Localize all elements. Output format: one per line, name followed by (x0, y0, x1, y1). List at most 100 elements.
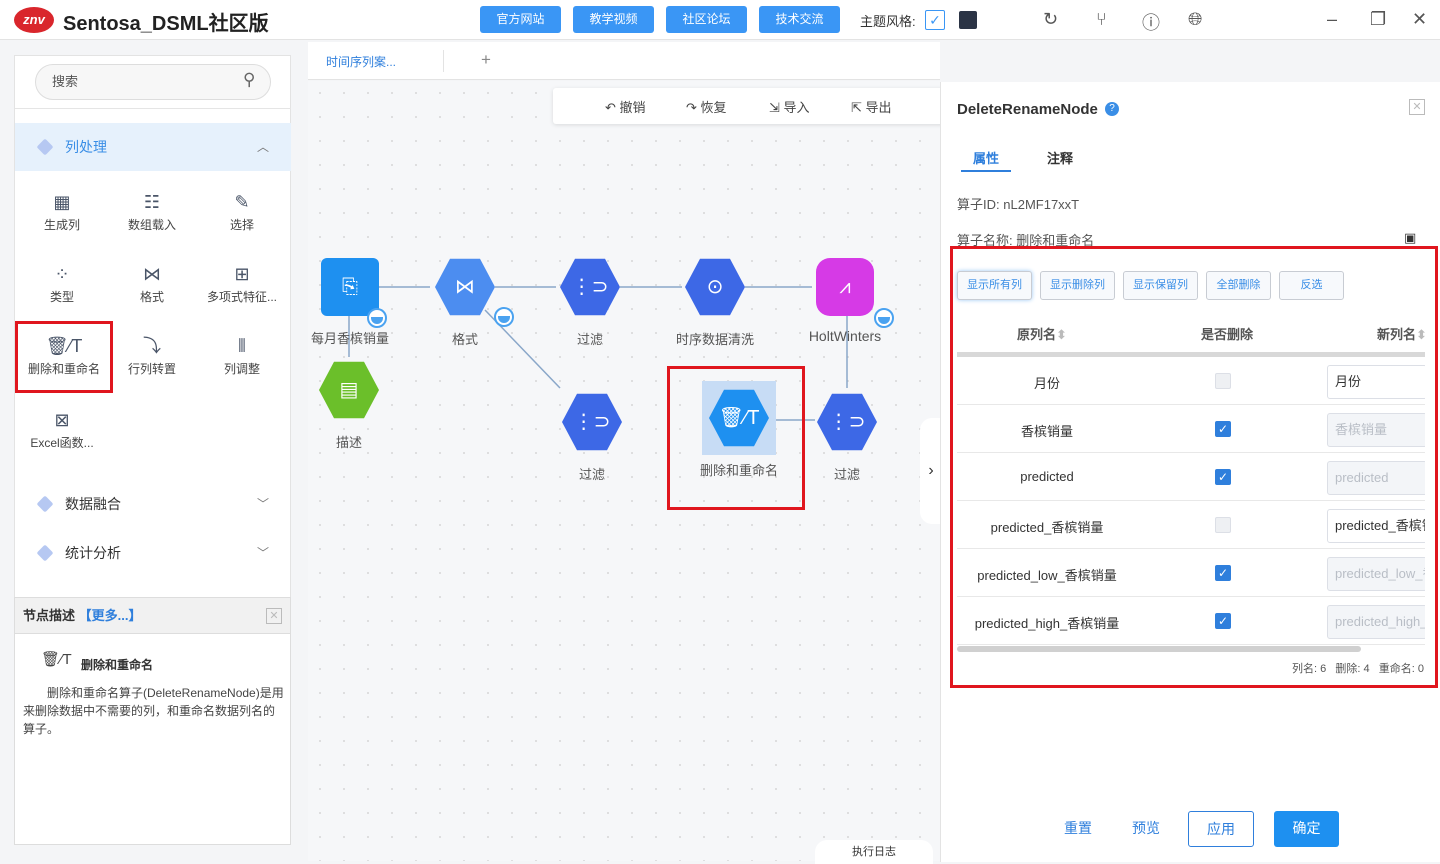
table-source-icon: ⎘ (321, 258, 379, 316)
new-name-input[interactable]: predicted_香槟销量 (1327, 509, 1425, 543)
restore-icon[interactable]: ❐ (1370, 9, 1386, 30)
delete-checkbox[interactable]: ✓ (1215, 421, 1231, 437)
delete-checkbox[interactable] (1215, 373, 1231, 389)
help-icon[interactable]: ⓘ (1142, 9, 1160, 35)
header-is-deleted: 是否删除 (1201, 327, 1254, 342)
node-filter-2[interactable]: ⋮⊃ 过滤 (537, 392, 647, 483)
collapse-panel-handle[interactable]: › (920, 418, 942, 524)
import-label: 导入 (783, 100, 810, 115)
node-format[interactable]: ⋈ 格式 (410, 257, 520, 348)
original-name: 香槟销量 (1020, 424, 1073, 439)
delete-checkbox[interactable] (1215, 517, 1231, 533)
table-row: predicted_low_香槟销量 ✓ predicted_low_香槟销量 (957, 549, 1425, 597)
delete-rename-icon: 🗑︎⁄T (709, 389, 769, 447)
node-delete-rename[interactable]: 🗑︎⁄T 删除和重命名 (684, 388, 794, 479)
refresh-icon[interactable]: ↻ (1043, 9, 1058, 30)
export-label: 导出 (865, 100, 892, 115)
theme-dark-swatch[interactable] (959, 11, 977, 29)
undo-button[interactable]: ↶ 撤销 (605, 97, 646, 116)
columns-table: 月份 月份 香槟销量 ✓ 香槟销量 predicted ✓ predicted pre… (957, 357, 1425, 645)
new-name-input: 香槟销量 (1327, 413, 1425, 447)
exec-log-button[interactable]: 执行日志 (815, 840, 933, 864)
original-name: predicted_high_香槟销量 (974, 616, 1120, 631)
header-label: 原列名 (1017, 327, 1057, 342)
close-icon[interactable]: ✕ (1412, 9, 1427, 30)
close-icon[interactable]: ✕ (1409, 99, 1425, 115)
node-label: 时序数据清洗 (675, 332, 754, 347)
globe-icon[interactable]: 🌐︎ (1188, 9, 1202, 30)
sort-icon: ⬍ (1416, 327, 1427, 342)
expand-icon[interactable]: ▣ (1404, 230, 1416, 246)
show-all-columns-button[interactable]: 显示所有列 (957, 271, 1032, 300)
original-name: predicted (1020, 469, 1074, 484)
redo-label: 恢复 (700, 100, 727, 115)
invert-selection-button[interactable]: 反选 (1279, 271, 1344, 300)
node-label: 删除和重命名 (699, 463, 778, 478)
new-name-input[interactable]: 月份 (1327, 365, 1425, 399)
node-label: 过滤 (833, 467, 860, 482)
table-row: 香槟销量 ✓ 香槟销量 (957, 405, 1425, 453)
tab-properties[interactable]: 属性 (973, 148, 999, 167)
new-name-input: predicted_high_香槟销量 (1327, 605, 1425, 639)
node-ts-clean[interactable]: ⊙ 时序数据清洗 (660, 257, 770, 348)
help-icon[interactable]: ? (1105, 102, 1119, 116)
filter-icon: ⋮⊃ (560, 258, 620, 316)
node-monthly-sales[interactable]: ⎘ 每月香槟销量 (295, 258, 405, 347)
minimize-icon[interactable]: – (1327, 9, 1337, 30)
status-icon (494, 307, 514, 327)
panel-title: DeleteRenameNode (957, 101, 1098, 118)
sort-icon: ⬍ (1056, 327, 1067, 342)
delete-checkbox[interactable]: ✓ (1215, 469, 1231, 485)
show-kept-columns-button[interactable]: 显示保留列 (1123, 271, 1198, 300)
holtwinters-icon: ⩘ (816, 258, 874, 316)
ok-button[interactable]: 确定 (1274, 811, 1339, 847)
summary-counts: 列名: 6 删除: 4 重命名: 0 (1291, 663, 1424, 675)
horizontal-scrollbar[interactable] (957, 646, 1361, 652)
original-name: predicted_low_香槟销量 (977, 568, 1117, 583)
node-label: 过滤 (576, 332, 603, 347)
properties-panel: DeleteRenameNode ? ✕ 属性 注释 算子ID: nL2MF17… (940, 82, 1440, 862)
status-icon (367, 308, 387, 328)
delete-checkbox[interactable]: ✓ (1215, 613, 1231, 629)
id-value: nL2MF17xxT (1003, 197, 1080, 212)
clean-icon: ⊙ (685, 258, 745, 316)
table-row: predicted_香槟销量 predicted_香槟销量 (957, 501, 1425, 549)
table-row: predicted ✓ predicted (957, 453, 1425, 501)
node-label: HoltWinters (808, 328, 882, 344)
node-filter-1[interactable]: ⋮⊃ 过滤 (535, 257, 645, 348)
node-describe[interactable]: ▤ 描述 (294, 360, 404, 451)
apply-button[interactable]: 应用 (1188, 811, 1254, 847)
canvas-toolbar: ↶ 撤销 ↷ 恢复 ⇲ 导入 ⇱ 导出 (553, 88, 953, 124)
original-name: 月份 (1033, 376, 1060, 391)
node-filter-3[interactable]: ⋮⊃ 过滤 (792, 392, 902, 483)
reset-button[interactable]: 重置 (1053, 811, 1103, 847)
import-button[interactable]: ⇲ 导入 (769, 97, 810, 116)
format-icon: ⋈ (435, 258, 495, 316)
node-label: 格式 (451, 332, 478, 347)
header-label: 新列名 (1377, 327, 1417, 342)
filter-icon: ⋮⊃ (817, 393, 877, 451)
describe-icon: ▤ (319, 361, 379, 419)
tab-comments[interactable]: 注释 (1047, 148, 1073, 167)
branch-icon[interactable]: ⑂ (1096, 9, 1107, 30)
node-label: 每月香槟销量 (310, 331, 389, 346)
header-new-name[interactable]: 新列名⬍ (1377, 324, 1427, 343)
preview-button[interactable]: 预览 (1121, 811, 1171, 847)
delete-checkbox[interactable]: ✓ (1215, 565, 1231, 581)
table-row: predicted_high_香槟销量 ✓ predicted_high_香槟销… (957, 597, 1425, 645)
table-row: 月份 月份 (957, 357, 1425, 405)
id-label: 算子ID: (957, 197, 1000, 212)
redo-button[interactable]: ↷ 恢复 (686, 97, 727, 116)
show-deleted-columns-button[interactable]: 显示删除列 (1040, 271, 1115, 300)
node-holtwinters[interactable]: ⩘ HoltWinters (790, 258, 900, 344)
new-name-input: predicted (1327, 461, 1425, 495)
undo-label: 撤销 (619, 100, 646, 115)
delete-all-button[interactable]: 全部删除 (1206, 271, 1271, 300)
status-icon (874, 308, 894, 328)
node-label: 描述 (335, 435, 362, 450)
new-name-input: predicted_low_香槟销量 (1327, 557, 1425, 591)
filter-icon: ⋮⊃ (562, 393, 622, 451)
export-button[interactable]: ⇱ 导出 (851, 97, 892, 116)
node-label: 过滤 (578, 467, 605, 482)
header-original-name[interactable]: 原列名⬍ (1017, 324, 1067, 343)
